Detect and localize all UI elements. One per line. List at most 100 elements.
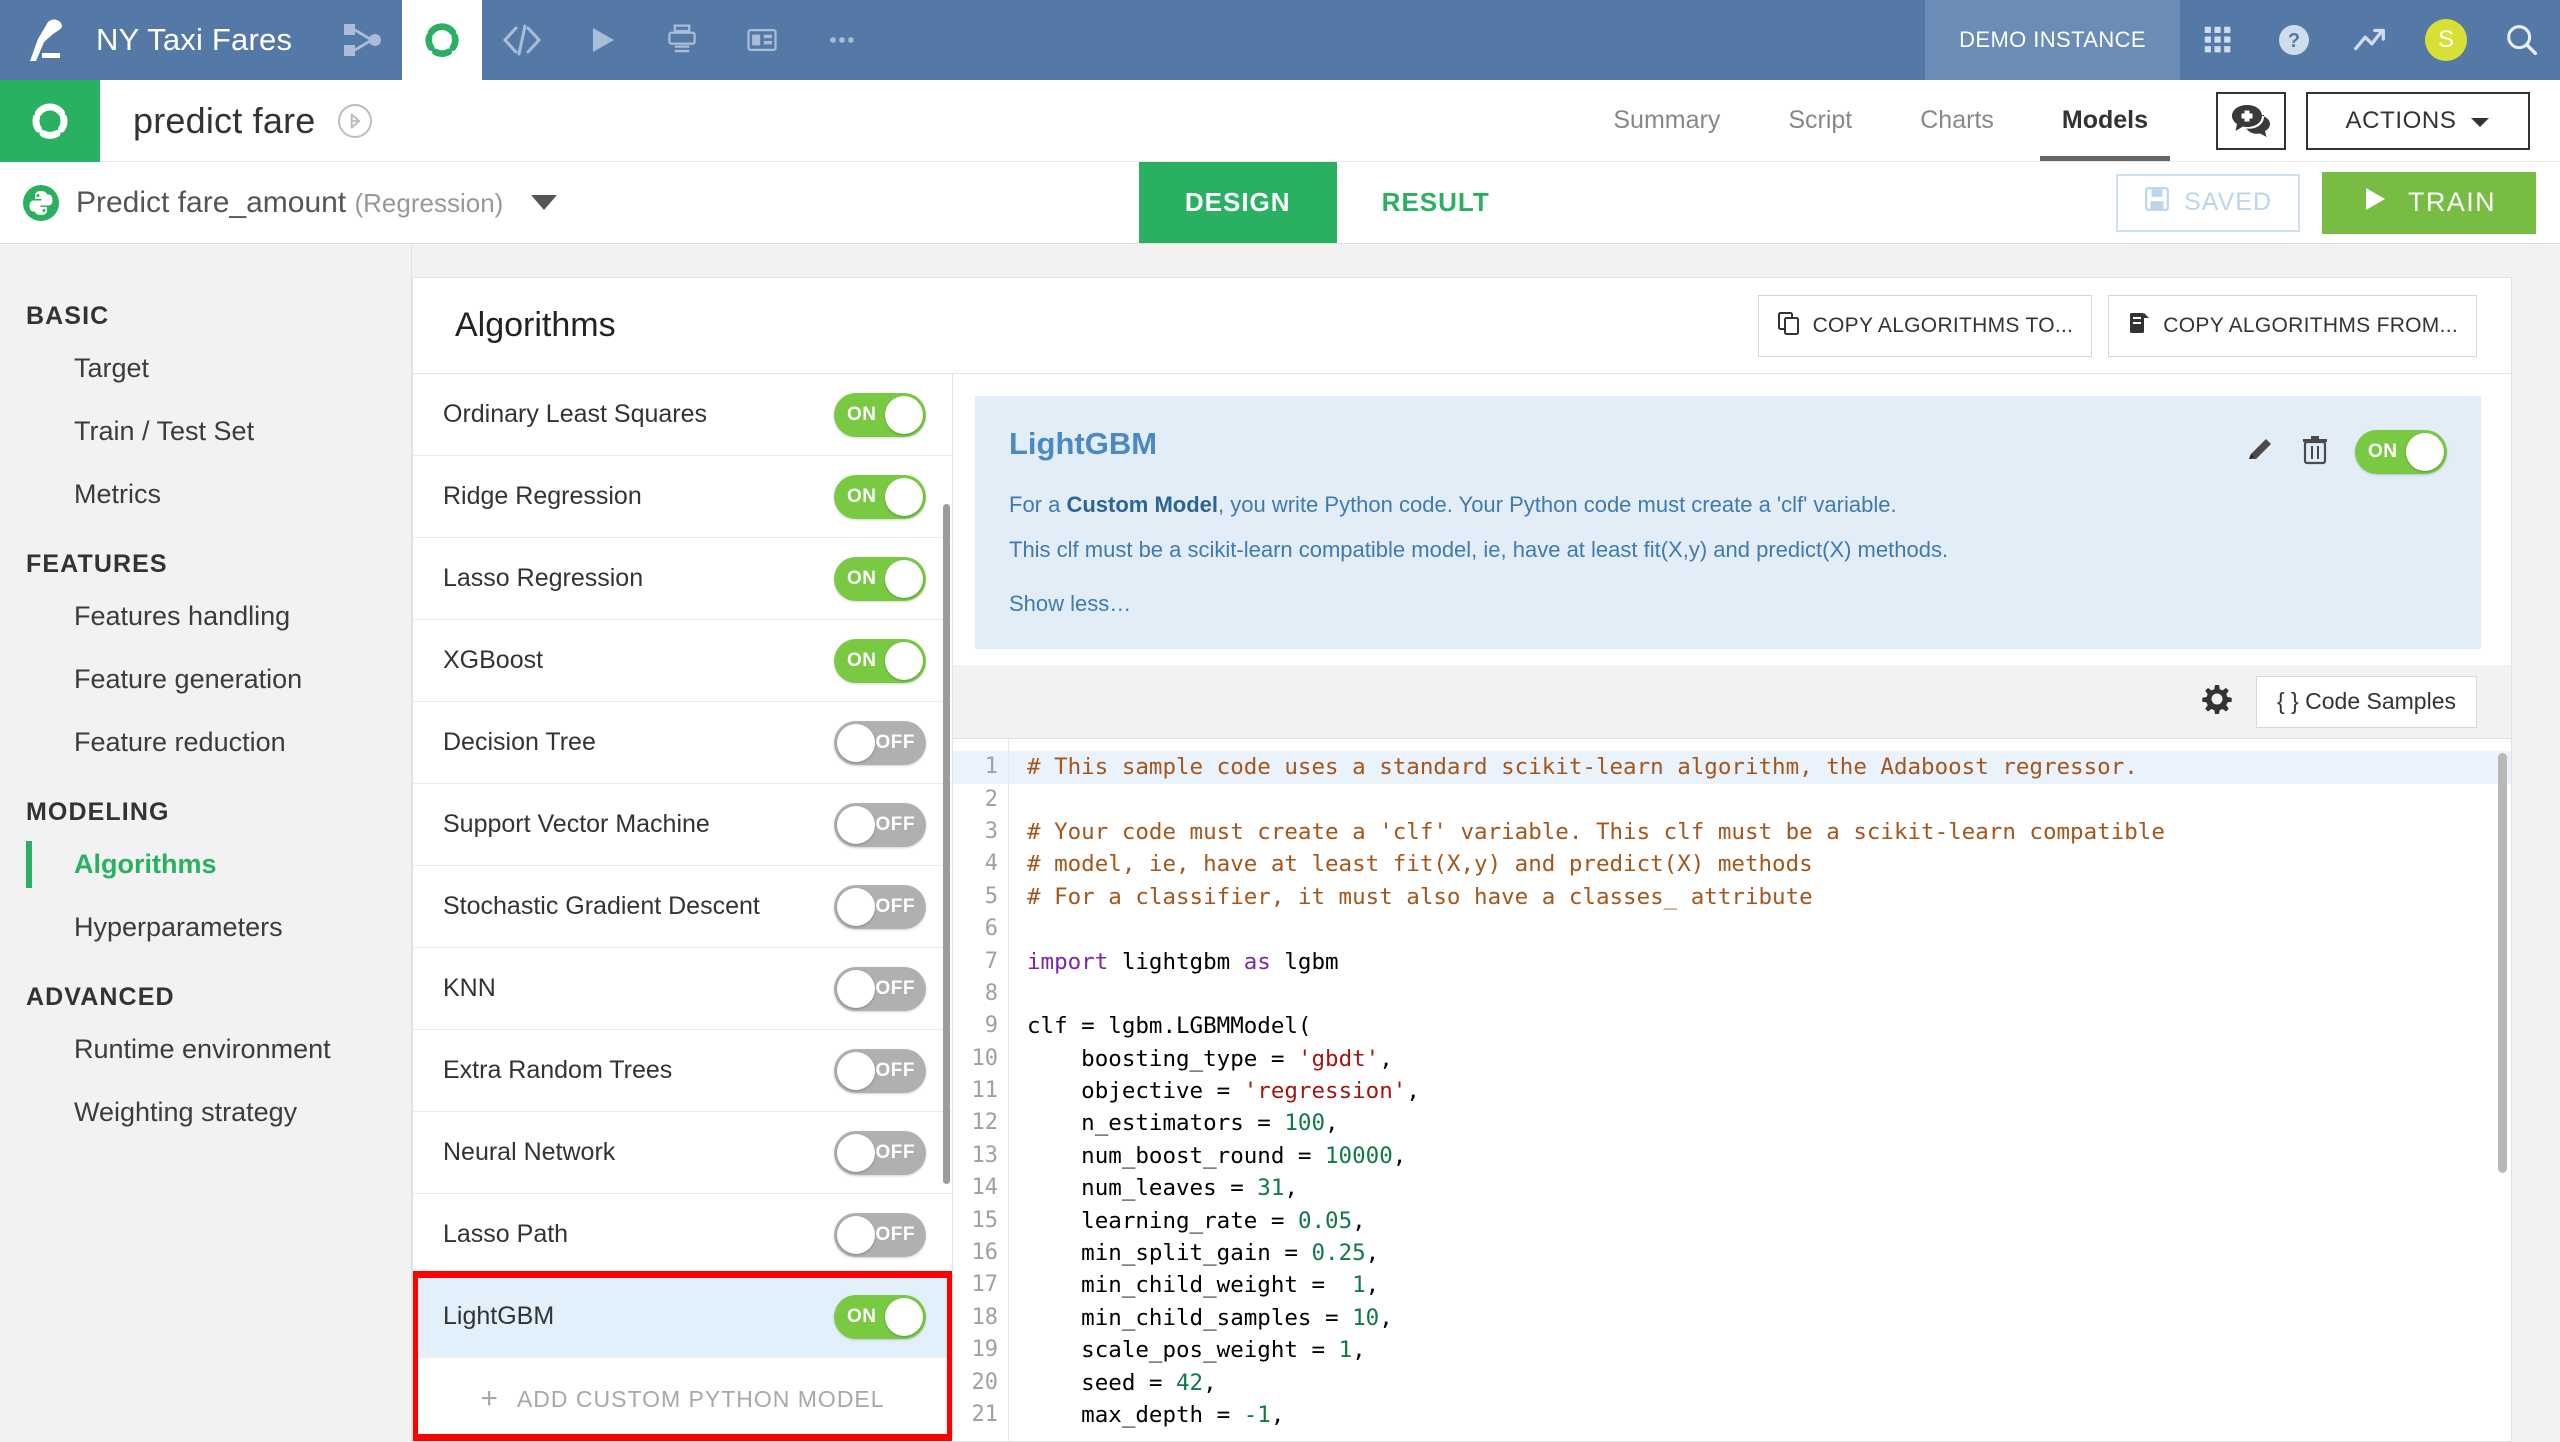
copy-algorithms-from-button[interactable]: COPY ALGORITHMS FROM... xyxy=(2108,294,2477,357)
sidebar-item-target[interactable]: Target xyxy=(0,337,411,400)
caret-down-icon[interactable] xyxy=(531,195,558,210)
algorithm-row-neural-network[interactable]: Neural Network OFF xyxy=(413,1112,952,1194)
sidebar-item-feature-generation[interactable]: Feature generation xyxy=(0,648,411,711)
lightgbm-card-toggle-label: ON xyxy=(2368,441,2398,462)
sidebar-item-features-handling[interactable]: Features handling xyxy=(0,585,411,648)
algorithm-row-lightgbm[interactable]: LightGBM ON xyxy=(413,1276,952,1358)
code-line: n_estimators = 100, xyxy=(1027,1110,1339,1137)
tab-script[interactable]: Script xyxy=(1754,80,1886,161)
algorithm-toggle[interactable]: ON xyxy=(834,392,926,437)
add-custom-python-model-label: ADD CUSTOM PYTHON MODEL xyxy=(516,1385,885,1412)
jobs-icon[interactable] xyxy=(562,0,642,80)
more-icon[interactable] xyxy=(802,0,882,80)
subheader-actions: ACTIONS xyxy=(2182,80,2560,161)
tab-summary[interactable]: Summary xyxy=(1579,80,1754,161)
algorithm-toggle[interactable]: ON xyxy=(834,474,926,519)
algorithm-row-decision-tree[interactable]: Decision Tree OFF xyxy=(413,702,952,784)
code-editor-scrollbar[interactable] xyxy=(2498,753,2507,1174)
monitoring-icon[interactable] xyxy=(2332,0,2408,80)
show-less-link[interactable]: Show less… xyxy=(1009,591,2447,617)
algorithm-toggle[interactable]: ON xyxy=(834,556,926,601)
algorithm-list-scrollbar[interactable] xyxy=(943,504,950,1184)
sidebar-item-feature-reduction[interactable]: Feature reduction xyxy=(0,711,411,774)
algorithm-name: Support Vector Machine xyxy=(443,810,710,838)
tab-script-label: Script xyxy=(1788,106,1853,134)
algorithm-toggle[interactable]: ON xyxy=(834,1294,926,1339)
dashboards-icon[interactable] xyxy=(722,0,802,80)
add-discussion-icon[interactable] xyxy=(2216,91,2286,150)
algorithm-toggle[interactable]: OFF xyxy=(834,1130,926,1175)
algorithm-toggle-label: ON xyxy=(847,485,877,507)
toggle-knob xyxy=(837,805,875,844)
algorithm-toggle[interactable]: OFF xyxy=(834,884,926,929)
algorithm-toggle[interactable]: ON xyxy=(834,638,926,683)
algorithm-toggle-label: OFF xyxy=(875,895,915,917)
tab-design[interactable]: DESIGN xyxy=(1138,162,1337,243)
actions-button-label: ACTIONS xyxy=(2345,106,2457,134)
actions-button[interactable]: ACTIONS xyxy=(2306,91,2530,150)
sidebar-item-hyperparameters[interactable]: Hyperparameters xyxy=(0,896,411,959)
algorithm-toggle[interactable]: OFF xyxy=(834,1048,926,1093)
algorithm-toggle[interactable]: OFF xyxy=(834,720,926,765)
flow-icon[interactable] xyxy=(322,0,402,80)
plus-icon: + xyxy=(480,1382,499,1415)
sidebar-item-metrics[interactable]: Metrics xyxy=(0,463,411,526)
pencil-icon[interactable] xyxy=(2245,435,2275,470)
model-task-bar: Predict fare_amount (Regression) DESIGN … xyxy=(0,162,2560,244)
tab-result[interactable]: RESULT xyxy=(1337,162,1535,243)
algorithm-row-lasso-regression[interactable]: Lasso Regression ON xyxy=(413,538,952,620)
design-result-tabs: DESIGN RESULT xyxy=(1138,162,1535,243)
toggle-knob xyxy=(885,559,923,598)
apps-grid-icon[interactable] xyxy=(2180,0,2256,80)
model-selector[interactable]: Predict fare_amount (Regression) xyxy=(0,162,558,243)
algorithm-row-ridge-regression[interactable]: Ridge Regression ON xyxy=(413,456,952,538)
algorithm-row-support-vector-machine[interactable]: Support Vector Machine OFF xyxy=(413,784,952,866)
sidebar-item-runtime-environment[interactable]: Runtime environment xyxy=(0,1018,411,1081)
project-home-link[interactable]: NY Taxi Fares xyxy=(0,0,323,80)
algorithm-row-lasso-path[interactable]: Lasso Path OFF xyxy=(413,1194,952,1276)
code-icon[interactable] xyxy=(482,0,562,80)
scenarios-icon[interactable] xyxy=(642,0,722,80)
avatar[interactable]: S xyxy=(2408,0,2484,80)
avatar-initial: S xyxy=(2425,19,2467,61)
algorithm-row-extra-random-trees[interactable]: Extra Random Trees OFF xyxy=(413,1030,952,1112)
code-samples-button[interactable]: { } Code Samples xyxy=(2255,675,2477,728)
algorithm-toggle[interactable]: OFF xyxy=(834,802,926,847)
tab-charts[interactable]: Charts xyxy=(1886,80,2028,161)
sidebar-item-train-test-set[interactable]: Train / Test Set xyxy=(0,400,411,463)
sidebar-item-algorithms[interactable]: Algorithms xyxy=(0,833,411,896)
lab-icon[interactable] xyxy=(402,0,483,80)
flow-zone-icon[interactable] xyxy=(337,103,372,138)
algorithm-row-knn[interactable]: KNN OFF xyxy=(413,948,952,1030)
algorithm-toggle[interactable]: OFF xyxy=(834,966,926,1011)
algorithm-row-stochastic-gradient-descent[interactable]: Stochastic Gradient Descent OFF xyxy=(413,866,952,948)
algorithm-toggle[interactable]: OFF xyxy=(834,1212,926,1257)
line-number: 12 xyxy=(971,1110,999,1136)
algorithm-list[interactable]: Ordinary Least Squares ON Ridge Regressi… xyxy=(413,374,953,1441)
desc-bold: Custom Model xyxy=(1066,492,1219,517)
lightgbm-info-card: LightGBM For a Custom Model, you write P… xyxy=(975,396,2481,650)
toggle-knob xyxy=(885,641,923,680)
algorithm-name: Extra Random Trees xyxy=(443,1056,673,1084)
tab-models[interactable]: Models xyxy=(2028,80,2182,161)
algorithm-toggle-label: OFF xyxy=(875,977,915,999)
trash-icon[interactable] xyxy=(2301,435,2329,470)
algorithm-row-ordinary-least-squares[interactable]: Ordinary Least Squares ON xyxy=(413,374,952,456)
code-editor[interactable]: 1 2 3 4 5 6 7 8 9 10 11 12 13 14 15 16 1… xyxy=(953,739,2511,1441)
search-icon[interactable] xyxy=(2484,0,2560,80)
line-number: 14 xyxy=(971,1175,999,1201)
sidebar-item-weighting-strategy[interactable]: Weighting strategy xyxy=(0,1081,411,1144)
gear-icon[interactable] xyxy=(2202,684,2232,719)
help-icon[interactable]: ? xyxy=(2256,0,2332,80)
toggle-knob xyxy=(885,1297,923,1336)
add-custom-python-model-button[interactable]: + ADD CUSTOM PYTHON MODEL xyxy=(413,1358,952,1440)
algorithm-row-xgboost[interactable]: XGBoost ON xyxy=(413,620,952,702)
copy-algorithms-to-button[interactable]: COPY ALGORITHMS TO... xyxy=(1757,294,2093,357)
saved-status-button[interactable]: SAVED xyxy=(2116,173,2301,232)
code-line: num_boost_round = 10000, xyxy=(1027,1142,1407,1169)
toggle-knob xyxy=(837,1133,875,1172)
train-button[interactable]: TRAIN xyxy=(2322,171,2537,234)
code-editor-text[interactable]: # This sample code uses a standard sciki… xyxy=(1009,739,2511,1441)
lightgbm-card-toggle[interactable]: ON xyxy=(2355,430,2447,474)
